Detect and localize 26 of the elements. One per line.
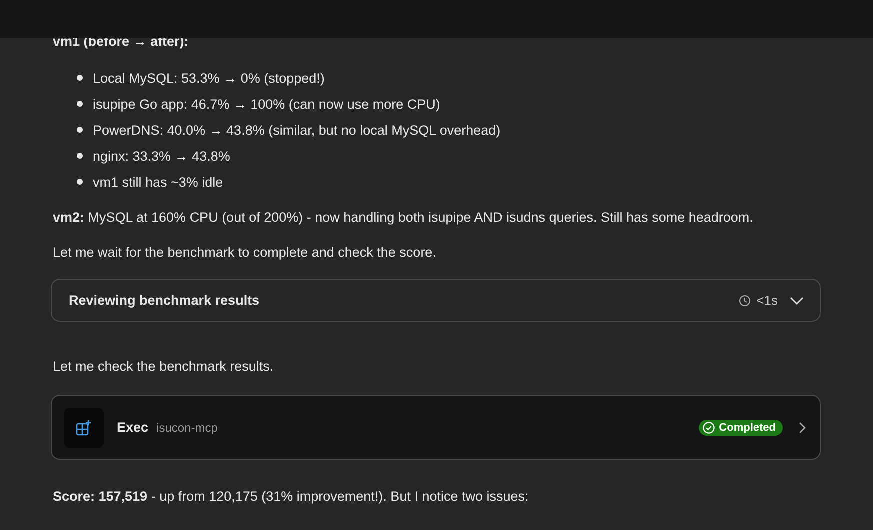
tool-name: Exec [117, 420, 149, 435]
tool-card[interactable]: Exec isucon-mcp Completed [51, 395, 821, 460]
paragraph: vm2: MySQL at 160% CPU (out of 200%) - now handling both isupipe AND isudns queries. Still has some headroom. [53, 209, 754, 227]
bullet-icon [77, 127, 83, 133]
list-item: isupipe Go app: 46.7% → 100% (can now use more CPU) [93, 96, 440, 112]
bullet-icon [77, 101, 83, 107]
status-badge: Completed [699, 420, 783, 436]
duration-text: <1s [756, 293, 778, 308]
chevron-icon[interactable] [790, 296, 804, 304]
chevron-right-icon[interactable] [799, 422, 806, 434]
clock-icon [738, 294, 751, 306]
grid-plus-icon [76, 420, 92, 436]
card-title: Reviewing benchmark results [69, 293, 261, 308]
bullet-icon [77, 179, 83, 185]
paragraph: Score: 157,519 - up from 120,175 (31% improvement!). But I notice two issues: [53, 488, 530, 506]
list-item: PowerDNS: 40.0% → 43.8% (similar, but no local MySQL overhead) [93, 122, 501, 138]
bullet-icon [77, 153, 83, 159]
paragraph: Let me check the benchmark results. [53, 358, 275, 376]
paragraph: Let me wait for the benchmark to complete and check the score. [53, 244, 438, 262]
check-circle-icon [703, 422, 716, 434]
reviewing-card[interactable]: Reviewing benchmark results <1s [51, 279, 821, 322]
list-item: nginx: 33.3% → 43.8% [93, 148, 230, 164]
list-item: Local MySQL: 53.3% → 0% (stopped!) [93, 70, 325, 86]
list-item: vm1 still has ~3% idle [93, 174, 224, 190]
bullet-icon [77, 75, 83, 81]
server-name: isucon-mcp [156, 420, 219, 434]
